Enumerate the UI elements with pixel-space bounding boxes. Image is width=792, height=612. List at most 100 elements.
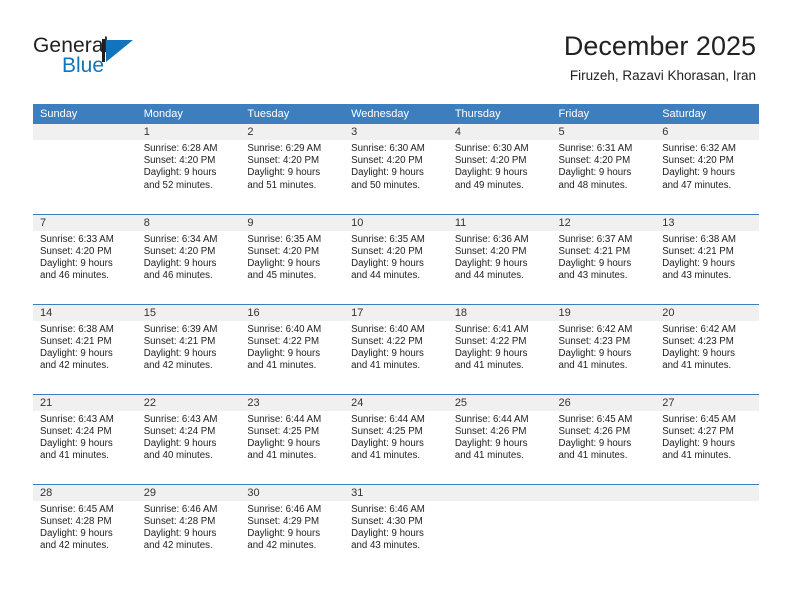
calendar-day-cell[interactable]: 2 Sunrise: 6:29 AM Sunset: 4:20 PM Daylight… xyxy=(240,124,345,214)
calendar-day-cell[interactable]: 11 Sunrise: 6:36 AM Sunset: 4:20 PM Dayligh… xyxy=(447,213,552,304)
day-details: Sunrise: 6:40 AM Sunset: 4:22 PM Daylight:… xyxy=(240,321,344,373)
calendar-header-row: Sunday Monday Tuesday Wednesday Thursday Frid… xyxy=(33,104,759,124)
sunset-text: Sunset: 4:20 PM xyxy=(351,155,423,167)
sunrise-text: Sunrise: 6:34 AM xyxy=(143,233,218,245)
day-number: 29 xyxy=(136,484,241,501)
daylight-text-line2: and 40 minutes. xyxy=(143,450,213,462)
weekday-header-monday: Monday xyxy=(136,104,241,124)
calendar-day-cell[interactable]: 19 Sunrise: 6:42 AM Sunset: 4:23 PM Dayligh… xyxy=(551,303,656,394)
day-number: 5 xyxy=(551,124,656,140)
sunset-text: Sunset: 4:20 PM xyxy=(40,245,112,257)
daylight-text-line2: and 43 minutes. xyxy=(558,270,628,282)
daylight-text-line1: Daylight: 9 hours xyxy=(143,347,217,359)
sunrise-text: Sunrise: 6:39 AM xyxy=(143,323,218,335)
day-details: Sunrise: 6:45 AM Sunset: 4:27 PM Daylight:… xyxy=(655,411,759,463)
calendar-day-cell[interactable]: 1 Sunrise: 6:28 AM Sunset: 4:20 PM Daylight… xyxy=(136,124,241,214)
sunrise-text: Sunrise: 6:35 AM xyxy=(247,233,322,245)
calendar-day-cell-empty xyxy=(551,483,656,574)
calendar-day-cell[interactable]: 5 Sunrise: 6:31 AM Sunset: 4:20 PM Daylight… xyxy=(551,124,656,214)
day-number xyxy=(655,484,759,501)
day-details: Sunrise: 6:44 AM Sunset: 4:25 PM Daylight:… xyxy=(240,411,344,463)
sunrise-text: Sunrise: 6:44 AM xyxy=(351,413,425,425)
sunset-text: Sunset: 4:20 PM xyxy=(247,245,320,257)
calendar-day-cell[interactable]: 27 Sunrise: 6:45 AM Sunset: 4:27 PM Dayligh… xyxy=(655,393,759,484)
calendar-day-cell[interactable]: 22 Sunrise: 6:43 AM Sunset: 4:24 PM Dayligh… xyxy=(136,393,241,484)
calendar-day-cell[interactable]: 31 Sunrise: 6:46 AM Sunset: 4:30 PM Dayligh… xyxy=(344,483,448,574)
calendar-day-cell[interactable]: 29 Sunrise: 6:46 AM Sunset: 4:28 PM Dayligh… xyxy=(136,483,241,574)
sunset-text: Sunset: 4:25 PM xyxy=(351,425,423,437)
day-number: 15 xyxy=(136,304,241,321)
day-number: 22 xyxy=(136,394,241,411)
calendar-day-cell[interactable]: 3 Sunrise: 6:30 AM Sunset: 4:20 PM Daylight… xyxy=(344,124,448,214)
day-number xyxy=(447,484,552,501)
calendar-day-cell[interactable]: 21 Sunrise: 6:43 AM Sunset: 4:24 PM Dayligh… xyxy=(33,393,137,484)
daylight-text-line2: and 41 minutes. xyxy=(662,450,732,462)
daylight-text-line2: and 43 minutes. xyxy=(351,540,421,552)
calendar-day-cell[interactable]: 15 Sunrise: 6:39 AM Sunset: 4:21 PM Dayligh… xyxy=(136,303,241,394)
calendar-day-cell[interactable]: 12 Sunrise: 6:37 AM Sunset: 4:21 PM Dayligh… xyxy=(551,213,656,304)
calendar-day-cell[interactable]: 10 Sunrise: 6:35 AM Sunset: 4:20 PM Dayligh… xyxy=(344,213,448,304)
sunset-text: Sunset: 4:22 PM xyxy=(351,335,423,347)
calendar-day-cell[interactable]: 8 Sunrise: 6:34 AM Sunset: 4:20 PM Daylight… xyxy=(136,213,241,304)
calendar-day-cell[interactable]: 4 Sunrise: 6:30 AM Sunset: 4:20 PM Daylight… xyxy=(447,124,552,214)
day-details xyxy=(448,501,552,504)
daylight-text-line2: and 41 minutes. xyxy=(662,360,732,372)
day-details: Sunrise: 6:42 AM Sunset: 4:23 PM Daylight:… xyxy=(552,321,656,373)
day-details: Sunrise: 6:34 AM Sunset: 4:20 PM Daylight:… xyxy=(137,231,241,283)
sunrise-text: Sunrise: 6:30 AM xyxy=(454,143,529,154)
calendar-day-cell[interactable]: 20 Sunrise: 6:42 AM Sunset: 4:23 PM Dayligh… xyxy=(655,303,759,394)
calendar-day-cell[interactable]: 13 Sunrise: 6:38 AM Sunset: 4:21 PM Dayligh… xyxy=(655,213,759,304)
day-details: Sunrise: 6:36 AM Sunset: 4:20 PM Daylight:… xyxy=(448,231,552,283)
calendar-day-cell[interactable]: 30 Sunrise: 6:46 AM Sunset: 4:29 PM Dayligh… xyxy=(240,483,345,574)
daylight-text-line1: Daylight: 9 hours xyxy=(143,437,217,449)
day-number: 4 xyxy=(447,124,552,140)
calendar-day-cell[interactable]: 6 Sunrise: 6:32 AM Sunset: 4:20 PM Daylight… xyxy=(655,124,759,214)
day-number: 2 xyxy=(240,124,345,140)
day-number: 18 xyxy=(447,304,552,321)
daylight-text-line2: and 42 minutes. xyxy=(40,360,109,372)
sunrise-text: Sunrise: 6:46 AM xyxy=(143,503,218,515)
daylight-text-line2: and 41 minutes. xyxy=(558,360,628,372)
page-title: December 2025 xyxy=(563,31,756,61)
general-blue-logo[interactable]: General Blue xyxy=(33,34,163,84)
weekday-header-friday: Friday xyxy=(551,104,656,124)
sunset-text: Sunset: 4:20 PM xyxy=(558,155,631,167)
day-number: 11 xyxy=(447,214,552,231)
daylight-text-line1: Daylight: 9 hours xyxy=(351,167,424,179)
daylight-text-line1: Daylight: 9 hours xyxy=(662,167,735,179)
daylight-text-line1: Daylight: 9 hours xyxy=(247,347,321,359)
day-details: Sunrise: 6:44 AM Sunset: 4:26 PM Daylight:… xyxy=(448,411,552,463)
day-number: 8 xyxy=(136,214,241,231)
daylight-text-line1: Daylight: 9 hours xyxy=(558,257,632,269)
calendar-week-row: 1 Sunrise: 6:28 AM Sunset: 4:20 PM Daylight… xyxy=(33,124,759,214)
daylight-text-line1: Daylight: 9 hours xyxy=(143,257,217,269)
day-details: Sunrise: 6:46 AM Sunset: 4:28 PM Daylight:… xyxy=(137,501,241,553)
sunrise-text: Sunrise: 6:36 AM xyxy=(454,233,529,245)
sunrise-text: Sunrise: 6:38 AM xyxy=(662,233,736,245)
daylight-text-line1: Daylight: 9 hours xyxy=(247,257,321,269)
day-details: Sunrise: 6:43 AM Sunset: 4:24 PM Daylight:… xyxy=(137,411,241,463)
calendar-day-cell[interactable]: 26 Sunrise: 6:45 AM Sunset: 4:26 PM Dayligh… xyxy=(551,393,656,484)
calendar-day-cell[interactable]: 28 Sunrise: 6:45 AM Sunset: 4:28 PM Dayligh… xyxy=(33,483,137,574)
sunset-text: Sunset: 4:21 PM xyxy=(558,245,631,257)
calendar-day-cell[interactable]: 24 Sunrise: 6:44 AM Sunset: 4:25 PM Dayligh… xyxy=(344,393,448,484)
day-details: Sunrise: 6:44 AM Sunset: 4:25 PM Daylight:… xyxy=(344,411,448,463)
calendar-day-cell[interactable]: 23 Sunrise: 6:44 AM Sunset: 4:25 PM Dayligh… xyxy=(240,393,345,484)
calendar-day-cell[interactable]: 14 Sunrise: 6:38 AM Sunset: 4:21 PM Dayligh… xyxy=(33,303,137,394)
day-details: Sunrise: 6:45 AM Sunset: 4:28 PM Daylight:… xyxy=(33,501,137,553)
day-number: 17 xyxy=(344,304,448,321)
calendar-day-cell[interactable]: 25 Sunrise: 6:44 AM Sunset: 4:26 PM Dayligh… xyxy=(447,393,552,484)
daylight-text-line2: and 48 minutes. xyxy=(558,179,628,191)
calendar-day-cell[interactable]: 7 Sunrise: 6:33 AM Sunset: 4:20 PM Daylight… xyxy=(33,213,137,304)
sunrise-text: Sunrise: 6:46 AM xyxy=(247,503,322,515)
calendar-day-cell[interactable]: 16 Sunrise: 6:40 AM Sunset: 4:22 PM Dayligh… xyxy=(240,303,345,394)
day-details: Sunrise: 6:31 AM Sunset: 4:20 PM Daylight:… xyxy=(552,140,656,192)
daylight-text-line2: and 42 minutes. xyxy=(143,540,213,552)
daylight-text-line2: and 41 minutes. xyxy=(247,360,317,372)
calendar-day-cell[interactable]: 18 Sunrise: 6:41 AM Sunset: 4:22 PM Dayligh… xyxy=(447,303,552,394)
daylight-text-line2: and 42 minutes. xyxy=(40,540,109,552)
calendar-day-cell[interactable]: 17 Sunrise: 6:40 AM Sunset: 4:22 PM Dayligh… xyxy=(344,303,448,394)
sunrise-text: Sunrise: 6:32 AM xyxy=(662,143,736,154)
calendar-day-cell[interactable]: 9 Sunrise: 6:35 AM Sunset: 4:20 PM Daylight… xyxy=(240,213,345,304)
daylight-text-line1: Daylight: 9 hours xyxy=(247,437,321,449)
